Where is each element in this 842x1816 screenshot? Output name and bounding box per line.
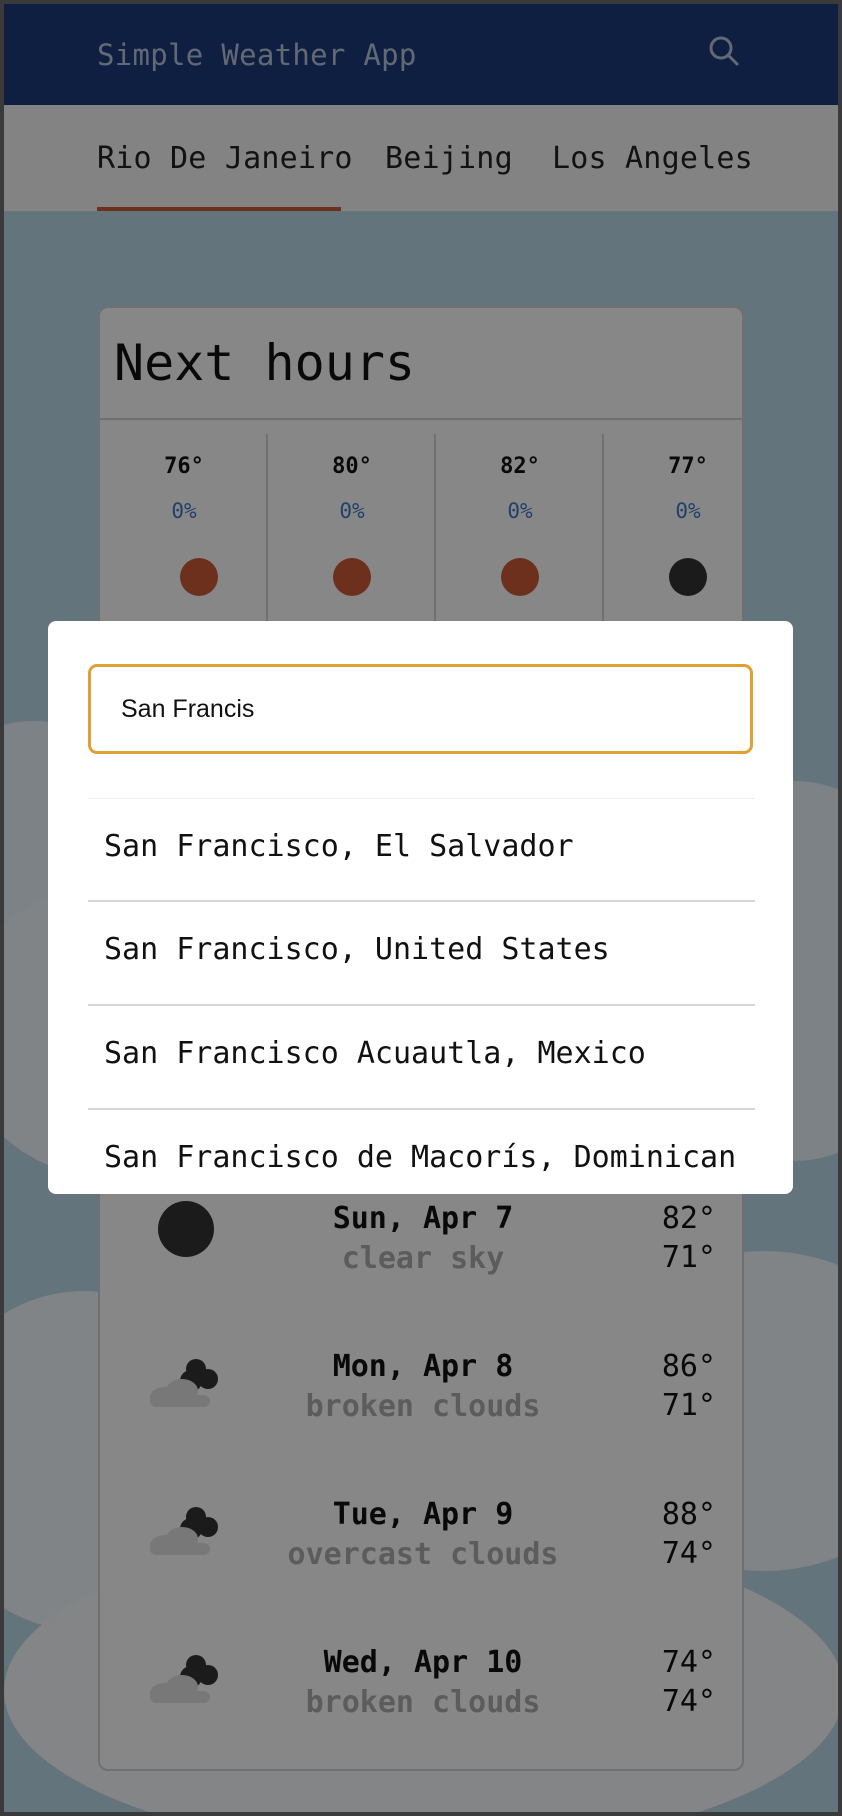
- city-search-dialog: San Francisco, El Salvador San Francisco…: [48, 621, 793, 1194]
- search-result-label: San Francisco Acuautla, Mexico: [104, 1036, 646, 1071]
- search-result-label: San Francisco, United States: [104, 932, 610, 967]
- city-search-input[interactable]: [88, 664, 753, 754]
- search-result-item[interactable]: San Francisco Acuautla, Mexico: [88, 1004, 755, 1107]
- search-result-label: San Francisco de Macorís, Dominican: [104, 1140, 737, 1175]
- search-result-item[interactable]: San Francisco, El Salvador: [88, 798, 755, 901]
- search-result-label: San Francisco, El Salvador: [104, 829, 574, 864]
- search-result-item[interactable]: San Francisco, United States: [88, 900, 755, 1003]
- app-frame: Simple Weather App Rio De Janeiro Beijin…: [4, 4, 838, 1812]
- search-result-item[interactable]: San Francisco de Macorís, Dominican: [88, 1108, 755, 1194]
